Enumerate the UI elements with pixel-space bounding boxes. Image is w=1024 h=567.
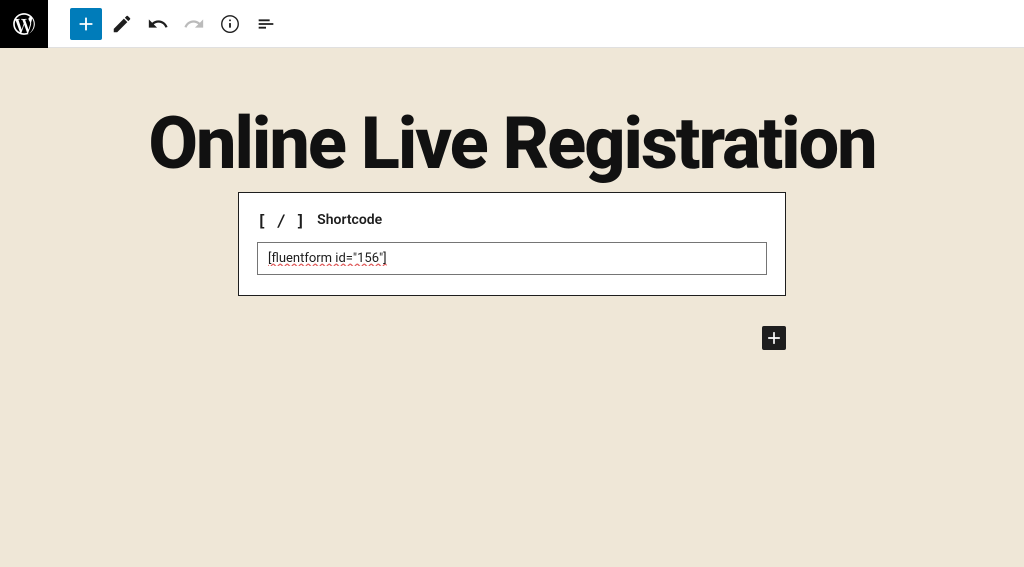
plus-icon [75, 13, 97, 35]
editor-canvas[interactable]: Online Live Registration [ / ] Shortcode [0, 48, 1024, 567]
block-appender-button[interactable] [762, 326, 786, 350]
redo-icon [183, 13, 205, 35]
undo-button[interactable] [142, 8, 174, 40]
pencil-icon [111, 13, 133, 35]
outline-button[interactable] [250, 8, 282, 40]
info-icon [219, 13, 241, 35]
plus-icon [764, 328, 784, 348]
block-appender-row [238, 326, 786, 350]
list-icon [255, 13, 277, 35]
shortcode-icon: [ / ] [257, 211, 305, 230]
page-title[interactable]: Online Live Registration [148, 106, 875, 182]
editor-toolbar [0, 0, 1024, 48]
shortcode-input[interactable] [257, 242, 767, 275]
block-header: [ / ] Shortcode [257, 211, 767, 230]
info-button[interactable] [214, 8, 246, 40]
wordpress-logo-button[interactable] [0, 0, 48, 48]
wordpress-icon [11, 11, 37, 37]
block-type-label: Shortcode [317, 212, 382, 228]
redo-button[interactable] [178, 8, 210, 40]
shortcode-block[interactable]: [ / ] Shortcode [238, 192, 786, 296]
add-block-button[interactable] [70, 8, 102, 40]
edit-mode-button[interactable] [106, 8, 138, 40]
undo-icon [147, 13, 169, 35]
